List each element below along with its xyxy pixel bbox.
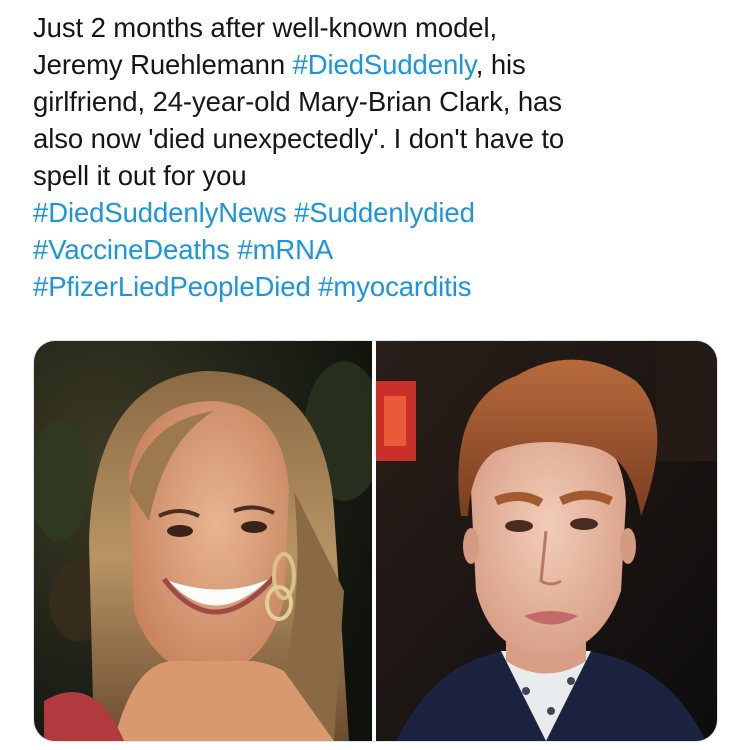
tweet-text: Just 2 months after well-known model, Jer… <box>33 9 723 305</box>
tweet-text-line: girlfriend, 24-year-old Mary-Brian Clark… <box>33 83 723 120</box>
hashtag-link[interactable]: #Suddenlydied <box>294 197 475 228</box>
tweet: Just 2 months after well-known model, Jer… <box>0 0 749 750</box>
media-grid[interactable] <box>33 340 718 742</box>
photo-man-image <box>376 341 717 741</box>
tweet-text-segment: also now 'died unexpectedly'. I don't ha… <box>33 123 565 154</box>
photo-woman-image <box>34 341 372 741</box>
hashtag-link[interactable]: #myocarditis <box>318 271 471 302</box>
tweet-text-segment: Jeremy Ruehlemann <box>33 49 293 80</box>
tweet-text-line: Jeremy Ruehlemann #DiedSuddenly, his <box>33 46 723 83</box>
tweet-text-segment: spell it out for you <box>33 160 247 191</box>
hashtag-link[interactable]: #DiedSuddenly <box>293 49 476 80</box>
hashtag-link[interactable]: #DiedSuddenlyNews <box>33 197 287 228</box>
hashtag-link[interactable]: #mRNA <box>237 234 333 265</box>
hashtag-link[interactable]: #VaccineDeaths <box>33 234 230 265</box>
tweet-text-segment: , his <box>475 49 526 80</box>
tweet-text-line: Just 2 months after well-known model, <box>33 9 723 46</box>
tweet-text-line: #DiedSuddenlyNews #Suddenlydied <box>33 194 723 231</box>
hashtag-link[interactable]: #PfizerLiedPeopleDied <box>33 271 311 302</box>
tweet-text-line: also now 'died unexpectedly'. I don't ha… <box>33 120 723 157</box>
tweet-text-segment: girlfriend, 24-year-old Mary-Brian Clark… <box>33 86 562 117</box>
tweet-text-segment: Just 2 months after well-known model, <box>33 12 498 43</box>
tweet-text-line: spell it out for you <box>33 157 723 194</box>
photo-woman[interactable] <box>34 341 372 741</box>
tweet-text-line: #VaccineDeaths #mRNA <box>33 231 723 268</box>
tweet-text-segment <box>287 197 295 228</box>
tweet-text-line: #PfizerLiedPeopleDied #myocarditis <box>33 268 723 305</box>
photo-man[interactable] <box>376 341 717 741</box>
